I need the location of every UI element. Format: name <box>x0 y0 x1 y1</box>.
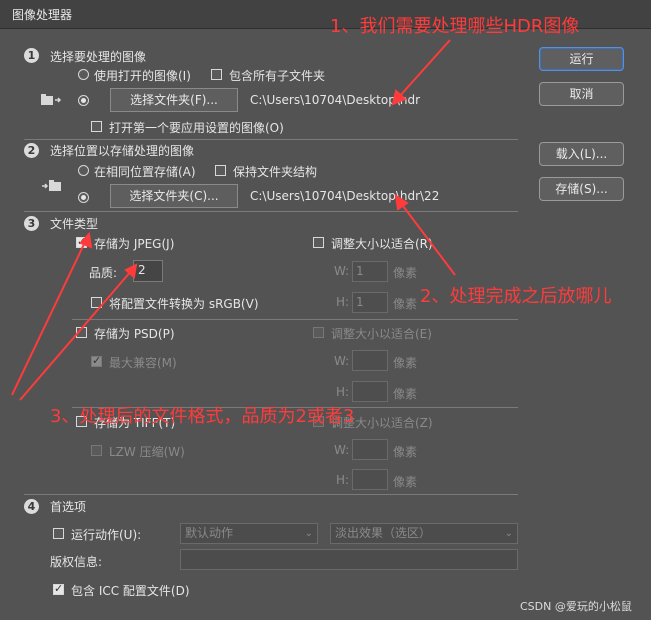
annotation-arrows <box>11 39 456 401</box>
annotation-note-1: 1、我们需要处理哪些HDR图像 <box>330 16 580 37</box>
annotation-note-2: 2、处理完成之后放哪儿 <box>420 286 612 307</box>
watermark: CSDN @爱玩的小松鼠 <box>520 600 632 613</box>
annotation-note-3: 3、处理后的文件格式，品质为2或者3 <box>50 406 355 427</box>
